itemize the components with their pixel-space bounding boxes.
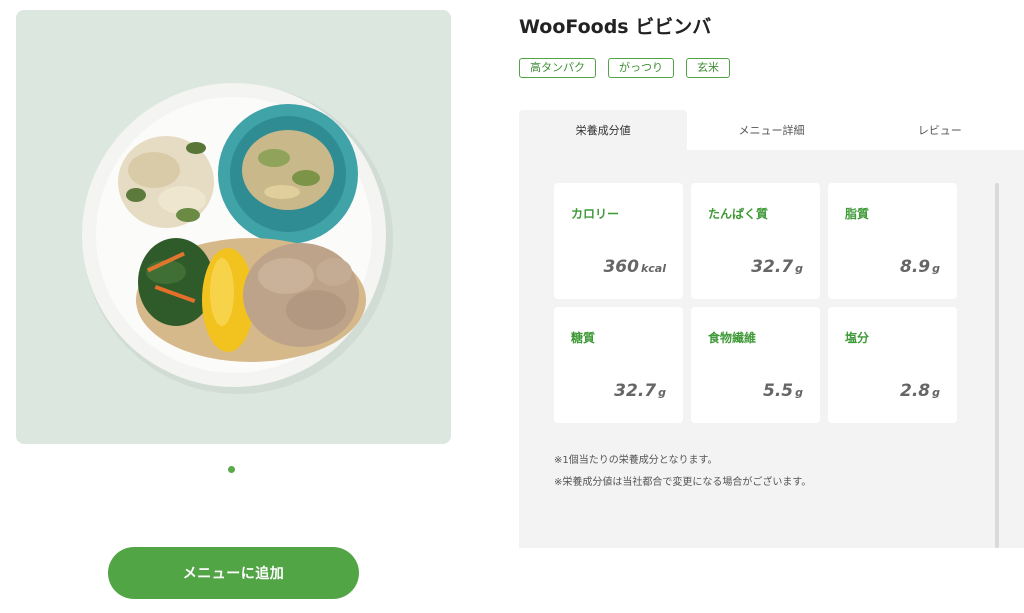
carousel-dots <box>228 466 235 473</box>
nutrition-notes: ※1個当たりの栄養成分となります。 ※栄養成分値は当社都合で変更になる場合がござ… <box>554 450 811 494</box>
tag-brown-rice: 玄米 <box>686 58 730 78</box>
nutrition-value: 32.7 g <box>751 257 803 277</box>
tab-nutrition[interactable]: 栄養成分値 <box>519 110 688 150</box>
nutrition-card-carbs: 糖質 32.7 g <box>554 307 683 423</box>
nutrition-value: 5.5 g <box>763 381 803 401</box>
nutrition-card-protein: たんぱく質 32.7 g <box>691 183 820 299</box>
tab-menu-details[interactable]: メニュー詳細 <box>687 110 856 150</box>
panel-scrollbar[interactable] <box>995 183 999 548</box>
note-per-serving: ※1個当たりの栄養成分となります。 <box>554 455 718 466</box>
nutrition-card-fat: 脂質 8.9 g <box>828 183 957 299</box>
add-to-menu-button[interactable]: メニューに追加 <box>108 547 359 599</box>
nutrition-label: 糖質 <box>571 331 596 345</box>
nutrition-card-calories: カロリー 360 kcal <box>554 183 683 299</box>
tab-reviews[interactable]: レビュー <box>855 110 1024 150</box>
nutrition-value: 8.9 g <box>900 257 940 277</box>
product-title: WooFoods ビビンバ <box>519 16 712 38</box>
carousel-dot-active[interactable] <box>228 466 235 473</box>
nutrition-card-fiber: 食物繊維 5.5 g <box>691 307 820 423</box>
nutrition-card-salt: 塩分 2.8 g <box>828 307 957 423</box>
nutrition-value: 2.8 g <box>900 381 940 401</box>
nutrition-value: 32.7 g <box>614 381 666 401</box>
product-image <box>16 10 451 444</box>
nutrition-label: カロリー <box>571 207 620 221</box>
note-subject-to-change: ※栄養成分値は当社都合で変更になる場合がございます。 <box>554 477 812 488</box>
tag-list: 高タンパク がっつり 玄米 <box>519 58 730 78</box>
bibimbap-plate-illustration <box>82 83 393 394</box>
nutrition-label: 脂質 <box>845 207 870 221</box>
nutrition-label: 塩分 <box>845 331 870 345</box>
nutrition-value: 360 kcal <box>603 257 666 277</box>
nutrition-label: たんぱく質 <box>708 207 769 221</box>
tag-high-protein: 高タンパク <box>519 58 596 78</box>
nutrition-grid: カロリー 360 kcal たんぱく質 32.7 g 脂質 8.9 g 糖質 32.7… <box>554 183 957 423</box>
nutrition-label: 食物繊維 <box>708 331 757 345</box>
tag-hearty: がっつり <box>608 58 674 78</box>
detail-tabs: 栄養成分値 メニュー詳細 レビュー <box>519 110 1024 150</box>
